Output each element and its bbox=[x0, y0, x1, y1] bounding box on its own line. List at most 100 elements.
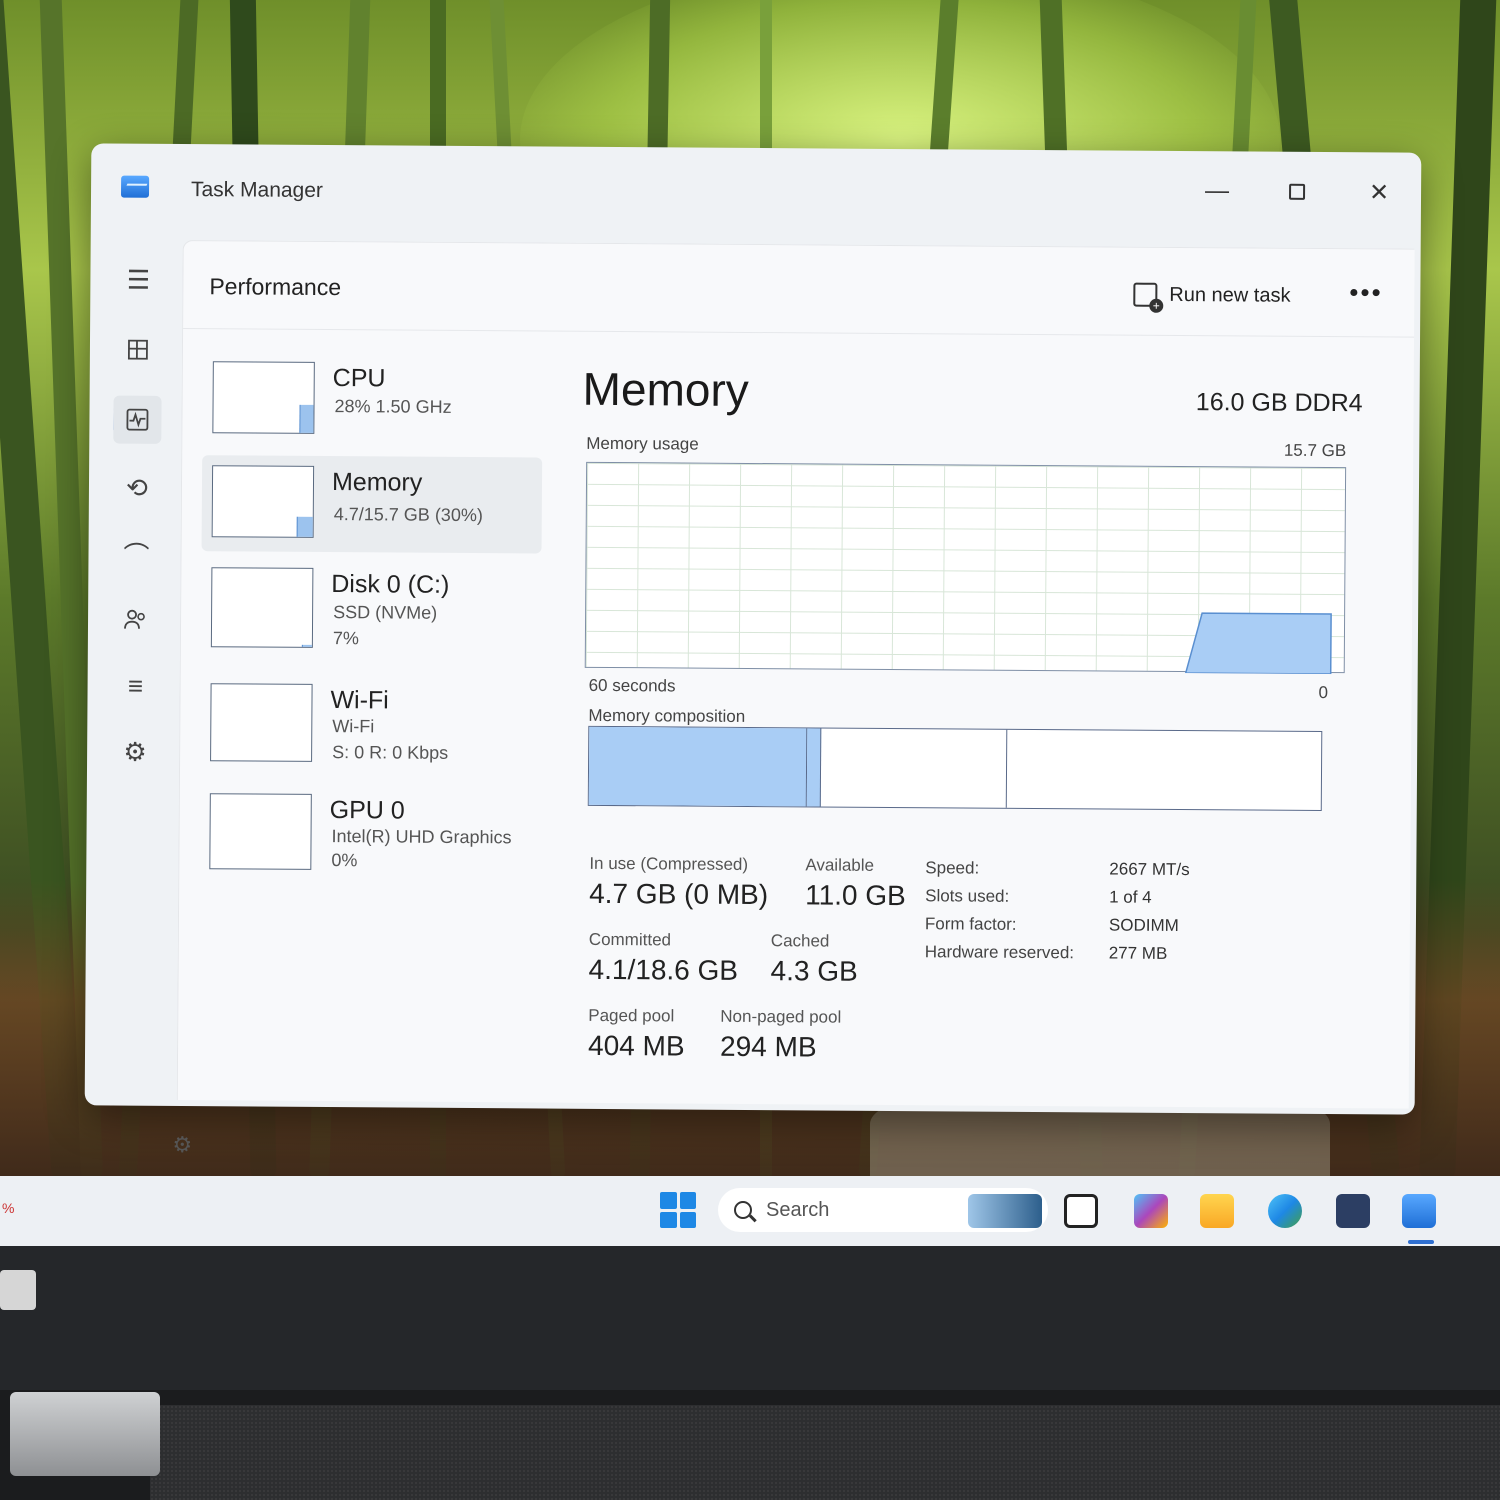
side-navigation: ☰ ⟲ ⌒ ≡ ⚙ ⚙ bbox=[85, 233, 192, 1157]
spec-hw-reserved-value: 277 MB bbox=[1108, 943, 1168, 963]
device-name: Wi-Fi bbox=[330, 686, 389, 715]
spec-slots-value: 1 of 4 bbox=[1109, 887, 1152, 907]
task-view-icon[interactable] bbox=[1064, 1194, 1098, 1228]
memory-usage-graph bbox=[584, 461, 1347, 675]
committed-value: 4.1/18.6 GB bbox=[588, 953, 739, 986]
speaker-grill bbox=[150, 1405, 1500, 1500]
gpu-thumbnail-graph bbox=[209, 793, 312, 870]
device-detail: 28% 1.50 GHz bbox=[334, 396, 452, 417]
task-manager-app-icon bbox=[120, 175, 150, 198]
device-gpu[interactable]: GPU 0 Intel(R) UHD Graphics 0% bbox=[199, 783, 540, 881]
available-value: 11.0 GB bbox=[805, 879, 906, 912]
minimize-button[interactable]: — bbox=[1187, 169, 1247, 213]
device-detail: 4.7/15.7 GB (30%) bbox=[333, 504, 483, 526]
window-title: Task Manager bbox=[190, 178, 324, 202]
hinge-cap bbox=[10, 1392, 160, 1476]
in-use-label: In use (Compressed) bbox=[589, 853, 749, 874]
title-bar: Task Manager — ✕ bbox=[91, 143, 1422, 242]
edge-icon[interactable] bbox=[1268, 1194, 1302, 1228]
run-new-task-icon bbox=[1133, 282, 1158, 307]
spec-speed-label: Speed: bbox=[925, 858, 980, 878]
app-history-icon[interactable]: ⟲ bbox=[113, 464, 161, 512]
paged-pool-label: Paged pool bbox=[588, 1005, 675, 1026]
page-title: Performance bbox=[209, 273, 342, 301]
run-new-task-label: Run new task bbox=[1169, 283, 1291, 307]
memory-title: Memory bbox=[582, 362, 749, 416]
search-icon bbox=[734, 1201, 752, 1219]
processes-icon[interactable] bbox=[114, 326, 162, 374]
memory-composition-label: Memory composition bbox=[588, 705, 746, 726]
composition-in-use[interactable] bbox=[588, 726, 808, 807]
search-placeholder: Search bbox=[766, 1198, 830, 1221]
bezel-button bbox=[0, 1270, 36, 1310]
details-icon[interactable]: ≡ bbox=[111, 662, 159, 710]
device-detail: Wi-Fi bbox=[332, 716, 375, 737]
m365-copilot-icon[interactable] bbox=[1134, 1194, 1168, 1228]
device-name: Memory bbox=[331, 468, 423, 497]
performance-panel: Performance Run new task ••• CPU 28% 1.5… bbox=[176, 240, 1415, 1109]
maximize-button[interactable] bbox=[1267, 170, 1327, 214]
active-app-indicator bbox=[1408, 1240, 1434, 1244]
more-options-button[interactable]: ••• bbox=[1349, 277, 1383, 308]
available-label: Available bbox=[805, 855, 875, 875]
task-manager-icon[interactable] bbox=[1402, 1194, 1436, 1228]
cpu-thumbnail-graph bbox=[212, 361, 315, 434]
memory-spec: 16.0 GB DDR4 bbox=[1195, 388, 1363, 418]
spec-slots-label: Slots used: bbox=[925, 886, 1010, 906]
device-wifi[interactable]: Wi-Fi Wi-Fi S: 0 R: 0 Kbps bbox=[200, 673, 541, 771]
users-icon[interactable] bbox=[112, 596, 160, 644]
non-paged-pool-value: 294 MB bbox=[719, 1030, 817, 1063]
cached-label: Cached bbox=[770, 931, 830, 951]
spec-hw-reserved-label: Hardware reserved: bbox=[924, 942, 1075, 963]
non-paged-pool-label: Non-paged pool bbox=[720, 1006, 842, 1027]
widgets-icon[interactable] bbox=[968, 1194, 1042, 1228]
run-new-task-button[interactable]: Run new task bbox=[1133, 278, 1291, 313]
device-disk[interactable]: Disk 0 (C:) SSD (NVMe) 7% bbox=[201, 557, 542, 655]
close-button[interactable]: ✕ bbox=[1349, 170, 1409, 214]
users-glyph bbox=[124, 609, 145, 629]
composition-modified[interactable] bbox=[806, 728, 822, 807]
memory-composition-bar bbox=[587, 725, 1323, 811]
menu-icon[interactable]: ☰ bbox=[114, 256, 162, 304]
memory-usage-area bbox=[1184, 612, 1332, 675]
start-icon[interactable] bbox=[660, 1192, 696, 1228]
startup-apps-icon[interactable]: ⌒ bbox=[112, 530, 160, 578]
disk-thumbnail-graph bbox=[210, 567, 314, 648]
device-memory[interactable]: Memory 4.7/15.7 GB (30%) bbox=[201, 455, 543, 554]
spec-speed-value: 2667 MT/s bbox=[1109, 859, 1190, 880]
memory-usage-label: Memory usage bbox=[586, 433, 699, 454]
committed-label: Committed bbox=[588, 929, 672, 950]
device-detail: Intel(R) UHD Graphics bbox=[331, 826, 512, 848]
settings-icon[interactable]: ⚙ bbox=[172, 1132, 192, 1158]
file-explorer-icon[interactable] bbox=[1200, 1194, 1234, 1228]
store-icon[interactable] bbox=[1336, 1194, 1370, 1228]
composition-standby[interactable] bbox=[820, 728, 1008, 808]
maximize-icon bbox=[1289, 183, 1306, 200]
panel-header: Performance Run new task ••• bbox=[183, 241, 1415, 338]
spec-form-factor-value: SODIMM bbox=[1108, 915, 1179, 935]
spec-form-factor-label: Form factor: bbox=[924, 914, 1017, 934]
device-name: GPU 0 bbox=[329, 796, 405, 825]
performance-glyph bbox=[126, 408, 149, 431]
services-icon[interactable]: ⚙ bbox=[111, 728, 159, 776]
device-detail-2: 7% bbox=[332, 628, 360, 649]
performance-icon[interactable] bbox=[113, 395, 162, 444]
device-name: CPU bbox=[332, 364, 386, 393]
device-list: CPU 28% 1.50 GHz Memory 4.7/15.7 GB (30%… bbox=[199, 351, 543, 913]
paged-pool-value: 404 MB bbox=[587, 1029, 685, 1062]
graph-time-right: 0 bbox=[1318, 682, 1329, 703]
device-cpu[interactable]: CPU 28% 1.50 GHz bbox=[202, 351, 543, 449]
composition-free[interactable] bbox=[1007, 730, 1322, 810]
taskbar: % Search bbox=[0, 1176, 1500, 1246]
taskbar-left-fragment: % bbox=[2, 1200, 15, 1216]
wifi-thumbnail-graph bbox=[210, 683, 313, 762]
task-manager-window: Task Manager — ✕ ☰ ⟲ ⌒ ≡ ⚙ ⚙ Performance… bbox=[84, 143, 1422, 1157]
device-detail-2: S: 0 R: 0 Kbps bbox=[332, 742, 449, 763]
processes-glyph bbox=[127, 339, 148, 360]
device-detail-2: 0% bbox=[331, 850, 358, 871]
device-detail: SSD (NVMe) bbox=[333, 602, 438, 623]
cached-value: 4.3 GB bbox=[770, 955, 858, 987]
graph-time-left: 60 seconds bbox=[588, 675, 676, 696]
memory-detail: Memory 16.0 GB DDR4 Memory usage 15.7 GB… bbox=[578, 354, 1363, 1099]
memory-thumbnail-graph bbox=[211, 465, 315, 538]
